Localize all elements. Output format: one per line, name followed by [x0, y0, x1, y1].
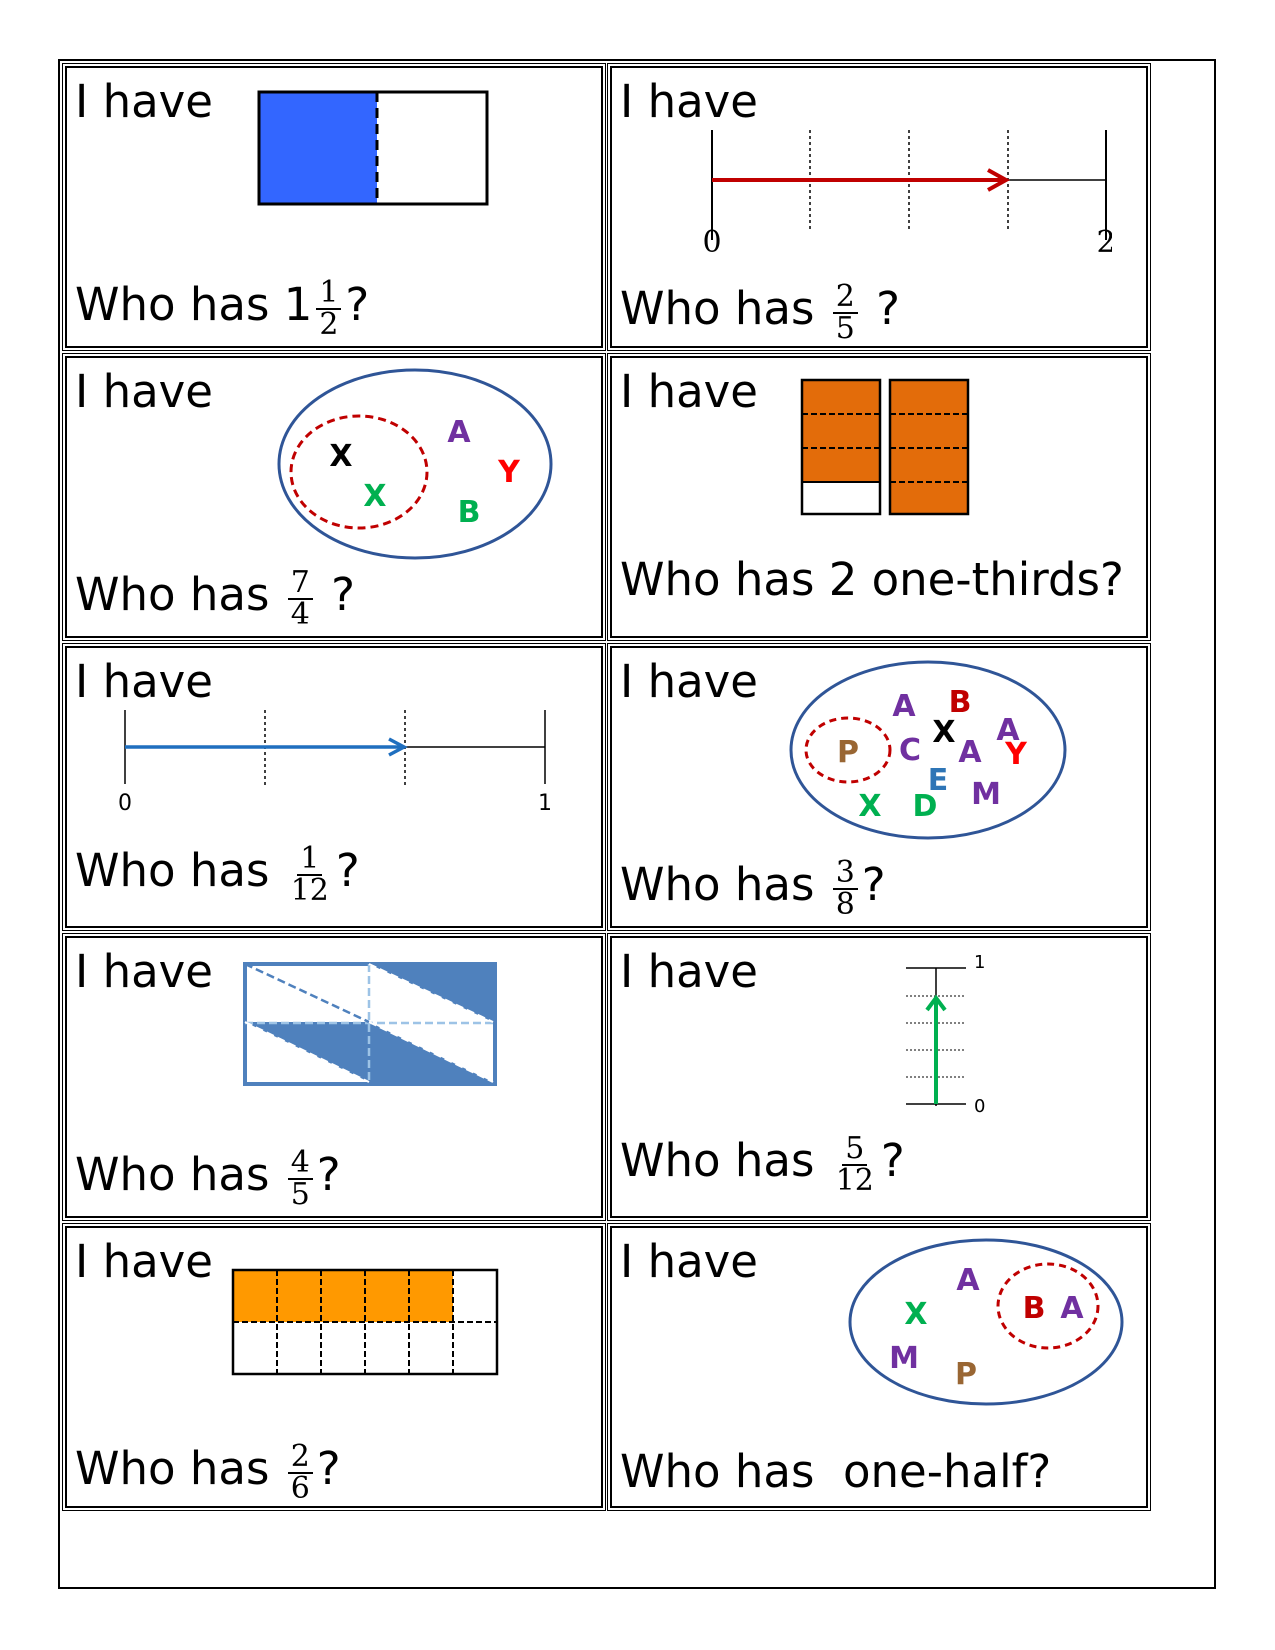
i-have-label: I have [75, 655, 213, 708]
card-7: I have Who has 4 5? [62, 933, 606, 1221]
fraction: 74 [287, 568, 313, 630]
who-has-question: Who has one-half? [620, 1445, 1052, 1498]
tick-label-1: 1 [974, 952, 985, 973]
tick-label-0: 0 [702, 225, 721, 260]
i-have-label: I have [75, 75, 213, 128]
tick-label-0: 0 [118, 791, 132, 816]
who-has-question: Who has 5 12? [620, 1131, 905, 1198]
i-have-label: I have [620, 945, 758, 998]
set-model-diagram: P A B X A C A Y E M X D [789, 660, 1067, 840]
i-have-label: I have [75, 945, 213, 998]
i-have-label: I have [620, 75, 758, 128]
fraction: 25 [832, 282, 858, 344]
letter: A [956, 1263, 980, 1298]
fraction: 5 12 [835, 1131, 874, 1198]
set-model-diagram: X X A Y B [277, 368, 553, 560]
letter: A [892, 689, 916, 724]
game-sheet: I have Who has 1 1 2? I have 0 2 Who has 2… [58, 59, 1216, 1589]
card-1: I have Who has 1 1 2? [62, 63, 606, 351]
letter: M [889, 1341, 919, 1376]
letter: X [904, 1297, 927, 1332]
number-line-two-thirds: 0 1 [118, 710, 552, 816]
letter: M [971, 777, 1001, 812]
i-have-label: I have [620, 655, 758, 708]
fraction: 1 12 [290, 841, 329, 908]
tick-label-2: 2 [1096, 225, 1112, 260]
letter: A [1060, 1291, 1084, 1326]
card-8: I have 1 0 Who has 5 12? [607, 933, 1151, 1221]
area-model-shaded-triangles [243, 962, 497, 1086]
letter: P [837, 735, 859, 770]
i-have-label: I have [75, 365, 213, 418]
fraction: 26 [287, 1442, 313, 1504]
who-has-question: Who has 112? [75, 841, 360, 908]
fraction: 45 [287, 1148, 313, 1210]
fraction: 38 [832, 858, 858, 920]
card-10: I have A X B A M P Who has one-half? [607, 1223, 1151, 1511]
vertical-number-line: 1 0 [906, 952, 985, 1114]
letter: B [1023, 1291, 1046, 1326]
letter: X [932, 715, 955, 750]
bar-model-fourths [800, 378, 970, 516]
letter: C [899, 733, 921, 768]
who-has-question: Who has 112? [75, 275, 370, 342]
tick-label-0: 0 [974, 1096, 985, 1114]
card-4: I have Who has 2 one-thirds? [607, 353, 1151, 641]
card-2: I have 0 2 Who has 25 ? [607, 63, 1151, 351]
who-has-question: Who has 3 8? [620, 855, 886, 922]
card-6: I have P A B X A C A Y E M X D Who has 3… [607, 643, 1151, 931]
who-has-question: Who has 25 ? [620, 279, 900, 346]
fraction: 12 [316, 278, 342, 340]
i-have-label: I have [620, 1235, 758, 1288]
card-3: I have X X A Y B Who has 74 ? [62, 353, 606, 641]
letter: A [958, 735, 982, 770]
grid-model-twelfths [231, 1268, 499, 1376]
letter: Y [497, 455, 521, 490]
letter: X [329, 439, 352, 474]
card-9: I have Who has 2 6? [62, 1223, 606, 1511]
tick-label-1: 1 [538, 791, 552, 816]
letter: D [913, 789, 938, 824]
letter: X [858, 789, 881, 824]
who-has-question: Who has 4 5? [75, 1145, 341, 1212]
letter: X [363, 479, 386, 514]
who-has-question: Who has 2 one-thirds? [620, 553, 1124, 606]
letter: Y [1004, 737, 1028, 772]
who-has-question: Who has 74 ? [75, 565, 355, 632]
who-has-question: Who has 2 6? [75, 1439, 341, 1506]
card-5: I have 0 1 Who has 1 12? [62, 643, 606, 931]
set-model-diagram: A X B A M P [848, 1238, 1124, 1406]
i-have-label: I have [75, 1235, 213, 1288]
i-have-label: I have [620, 365, 758, 418]
bar-model-half [257, 90, 489, 206]
letter: P [955, 1357, 977, 1392]
number-line-three-fourths-of-two: 0 2 [702, 130, 1112, 260]
letter: A [447, 415, 471, 450]
letter: B [458, 495, 481, 530]
